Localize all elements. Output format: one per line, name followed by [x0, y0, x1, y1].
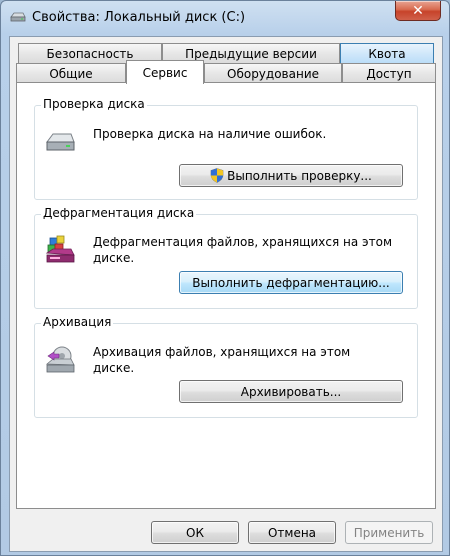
- backup-icon: [45, 346, 75, 373]
- tab-quota[interactable]: Квота: [340, 43, 434, 64]
- disk-check-description: Проверка диска на наличие ошибок.: [93, 127, 327, 141]
- close-icon: ✕: [412, 2, 424, 19]
- defrag-group: Дефрагментация диска Дефрагментация файл…: [34, 206, 418, 309]
- apply-button[interactable]: Применить: [345, 521, 433, 544]
- hard-drive-icon: [46, 133, 75, 151]
- backup-button[interactable]: Архивировать...: [179, 380, 403, 403]
- cancel-label: Отмена: [267, 525, 317, 540]
- ok-label: ОК: [186, 525, 204, 540]
- run-check-label: Выполнить проверку...: [227, 168, 372, 183]
- defrag-icon: [45, 235, 75, 263]
- properties-window: Свойства: Локальный диск (C:) ✕ Безопасн…: [0, 0, 450, 556]
- defrag-title: Дефрагментация диска: [41, 206, 197, 220]
- defrag-description: Дефрагментация файлов, хранящихся на это…: [93, 235, 392, 265]
- disk-check-group: Проверка диска Проверка диска на наличие…: [34, 97, 418, 200]
- uac-shield-icon: [210, 168, 224, 183]
- run-defrag-button[interactable]: Выполнить дефрагментацию...: [179, 271, 403, 294]
- tab-hardware[interactable]: Оборудование: [204, 63, 342, 84]
- tab-general[interactable]: Общие: [16, 63, 126, 84]
- backup-description: Архивация файлов, хранящихся на этом дис…: [93, 345, 351, 375]
- window-title: Свойства: Локальный диск (C:): [32, 10, 246, 25]
- tab-page-service: Проверка диска Проверка диска на наличие…: [16, 82, 436, 509]
- close-button[interactable]: ✕: [395, 1, 441, 21]
- ok-button[interactable]: ОК: [151, 521, 239, 544]
- title-bar[interactable]: Свойства: Локальный диск (C:) ✕: [1, 1, 449, 35]
- disk-check-title: Проверка диска: [41, 97, 147, 111]
- backup-button-label: Архивировать...: [240, 384, 342, 399]
- drive-icon: [10, 12, 26, 22]
- apply-label: Применить: [353, 525, 425, 540]
- tab-sharing[interactable]: Доступ: [342, 63, 436, 84]
- run-check-button[interactable]: Выполнить проверку...: [179, 164, 403, 187]
- dialog-client-area: Безопасность Предыдущие версии Квота Общ…: [9, 36, 443, 552]
- run-defrag-label: Выполнить дефрагментацию...: [192, 275, 390, 290]
- cancel-button[interactable]: Отмена: [248, 521, 336, 544]
- tab-service[interactable]: Сервис: [126, 60, 204, 84]
- backup-group: Архивация Архивация файлов, хранящихся н…: [34, 315, 418, 418]
- backup-title: Архивация: [41, 315, 114, 329]
